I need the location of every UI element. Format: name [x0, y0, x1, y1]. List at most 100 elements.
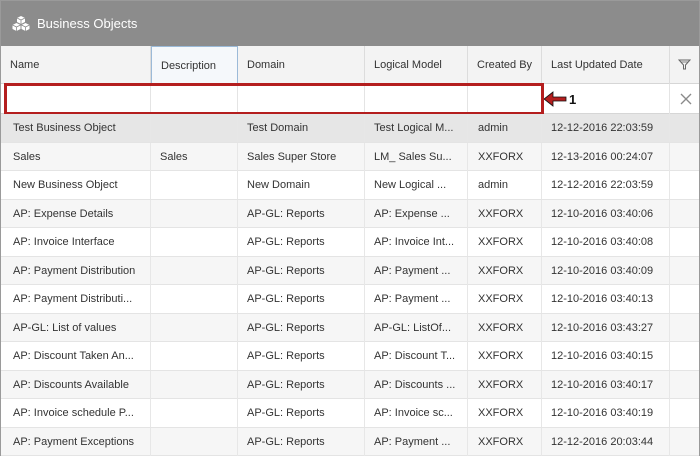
column-header-domain[interactable]: Domain	[238, 46, 365, 84]
column-header-last-updated[interactable]: Last Updated Date	[542, 46, 670, 84]
table-row[interactable]: AP: Expense Details AP-GL: Reports AP: Exp…	[1, 199, 699, 228]
cell-logical-model: AP: Expense ...	[365, 199, 468, 228]
cell-name: New Business Object	[1, 171, 151, 199]
cell-description	[151, 228, 238, 256]
table-row[interactable]: AP: Discounts Available AP-GL: Reports AP:…	[1, 370, 699, 399]
cell-logical-model: AP: Invoice Int...	[365, 228, 468, 256]
cell-spacer	[670, 171, 699, 199]
cell-description	[151, 427, 238, 456]
cell-last-updated: 12-10-2016 03:40:13	[542, 285, 670, 313]
cell-description	[151, 199, 238, 228]
table-row[interactable]: AP: Payment Distributi... AP-GL: Reports A…	[1, 285, 699, 314]
table-row[interactable]: AP: Invoice schedule P... AP-GL: Reports A…	[1, 399, 699, 428]
cell-last-updated: 12-10-2016 03:40:08	[542, 228, 670, 256]
cell-domain: AP-GL: Reports	[238, 313, 365, 342]
cell-name: AP-GL: List of values	[1, 313, 151, 342]
column-header-logical-model[interactable]: Logical Model	[365, 46, 468, 84]
table-row[interactable]: New Business Object New Domain New Logical…	[1, 171, 699, 200]
cell-name: Sales	[1, 142, 151, 171]
cell-name: AP: Expense Details	[1, 199, 151, 228]
cell-spacer	[670, 143, 699, 171]
column-header-description[interactable]: Description	[151, 46, 238, 84]
cell-domain: Test Domain	[238, 114, 365, 142]
cell-logical-model: AP-GL: ListOf...	[365, 313, 468, 342]
cell-domain: AP-GL: Reports	[238, 342, 365, 370]
cell-created-by: XXFORX	[468, 370, 542, 399]
table-row[interactable]: AP: Payment Distribution AP-GL: Reports AP…	[1, 256, 699, 285]
cell-created-by: XXFORX	[468, 228, 542, 256]
cell-spacer	[670, 428, 699, 456]
cell-logical-model: New Logical ...	[365, 171, 468, 199]
cell-created-by: XXFORX	[468, 399, 542, 427]
cell-domain: Sales Super Store	[238, 142, 365, 171]
table-row[interactable]: Test Business Object Test Domain Test Logi…	[1, 114, 699, 143]
table-row[interactable]: AP: Payment Exceptions AP-GL: Reports AP: …	[1, 427, 699, 456]
cell-logical-model: LM_ Sales Su...	[365, 142, 468, 171]
cell-last-updated: 12-10-2016 03:40:17	[542, 370, 670, 399]
cell-domain: AP-GL: Reports	[238, 370, 365, 399]
cell-domain: AP-GL: Reports	[238, 399, 365, 427]
cell-name: Test Business Object	[1, 114, 151, 142]
cell-description	[151, 342, 238, 370]
cell-logical-model: AP: Payment ...	[365, 427, 468, 456]
cell-last-updated: 12-10-2016 03:40:06	[542, 199, 670, 228]
cell-logical-model: AP: Payment ...	[365, 256, 468, 285]
table-row[interactable]: AP: Discount Taken An... AP-GL: Reports AP…	[1, 342, 699, 371]
column-header-name[interactable]: Name	[1, 46, 151, 84]
annotation-highlight-box	[4, 83, 544, 115]
cell-created-by: admin	[468, 114, 542, 142]
cell-created-by: admin	[468, 171, 542, 199]
business-objects-panel: Business Objects Name Description Domain…	[0, 0, 700, 456]
cell-name: AP: Invoice Interface	[1, 228, 151, 256]
cell-description	[151, 171, 238, 199]
close-icon[interactable]	[677, 90, 695, 108]
cell-logical-model: AP: Invoice sc...	[365, 399, 468, 427]
cell-name: AP: Payment Distributi...	[1, 285, 151, 313]
cell-created-by: XXFORX	[468, 285, 542, 313]
table-body: Test Business Object Test Domain Test Logi…	[1, 114, 699, 456]
cell-domain: AP-GL: Reports	[238, 228, 365, 256]
cell-logical-model: AP: Discounts ...	[365, 370, 468, 399]
cell-domain: AP-GL: Reports	[238, 199, 365, 228]
cell-created-by: XXFORX	[468, 313, 542, 342]
cell-description: Sales	[151, 142, 238, 171]
table-row[interactable]: Sales Sales Sales Super Store LM_ Sales Su.…	[1, 142, 699, 171]
cell-spacer	[670, 285, 699, 313]
cell-domain: AP-GL: Reports	[238, 427, 365, 456]
cell-last-updated: 12-10-2016 03:40:15	[542, 342, 670, 370]
cell-logical-model: AP: Payment ...	[365, 285, 468, 313]
cell-spacer	[670, 228, 699, 256]
panel-titlebar: Business Objects	[1, 1, 699, 46]
cell-description	[151, 256, 238, 285]
cell-spacer	[670, 200, 699, 228]
business-objects-cubes-icon	[12, 15, 30, 31]
cell-last-updated: 12-13-2016 00:24:07	[542, 142, 670, 171]
column-header-created-by[interactable]: Created By	[468, 46, 542, 84]
table-header: Name Description Domain Logical Model Cr…	[1, 46, 699, 84]
cell-domain: AP-GL: Reports	[238, 285, 365, 313]
cell-name: AP: Payment Exceptions	[1, 427, 151, 456]
cell-created-by: XXFORX	[468, 342, 542, 370]
panel-title: Business Objects	[37, 16, 138, 31]
cell-spacer	[670, 257, 699, 285]
cell-last-updated: 12-12-2016 22:03:59	[542, 114, 670, 142]
table-row[interactable]: AP-GL: List of values AP-GL: Reports AP-GL…	[1, 313, 699, 342]
cell-created-by: XXFORX	[468, 256, 542, 285]
annotation-arrow-icon	[544, 91, 567, 107]
cell-name: AP: Invoice schedule P...	[1, 399, 151, 427]
cell-spacer	[670, 399, 699, 427]
cell-name: AP: Discount Taken An...	[1, 342, 151, 370]
cell-domain: AP-GL: Reports	[238, 256, 365, 285]
table-row[interactable]: AP: Invoice Interface AP-GL: Reports AP: I…	[1, 228, 699, 257]
cell-last-updated: 12-10-2016 03:40:19	[542, 399, 670, 427]
cell-description	[151, 370, 238, 399]
cell-last-updated: 12-12-2016 22:03:59	[542, 171, 670, 199]
filter-toggle-button[interactable]	[670, 46, 699, 84]
cell-last-updated: 12-10-2016 03:43:27	[542, 313, 670, 342]
cell-description	[151, 399, 238, 427]
cell-created-by: XXFORX	[468, 199, 542, 228]
cell-spacer	[670, 342, 699, 370]
cell-domain: New Domain	[238, 171, 365, 199]
cell-logical-model: Test Logical M...	[365, 114, 468, 142]
cell-name: AP: Discounts Available	[1, 370, 151, 399]
